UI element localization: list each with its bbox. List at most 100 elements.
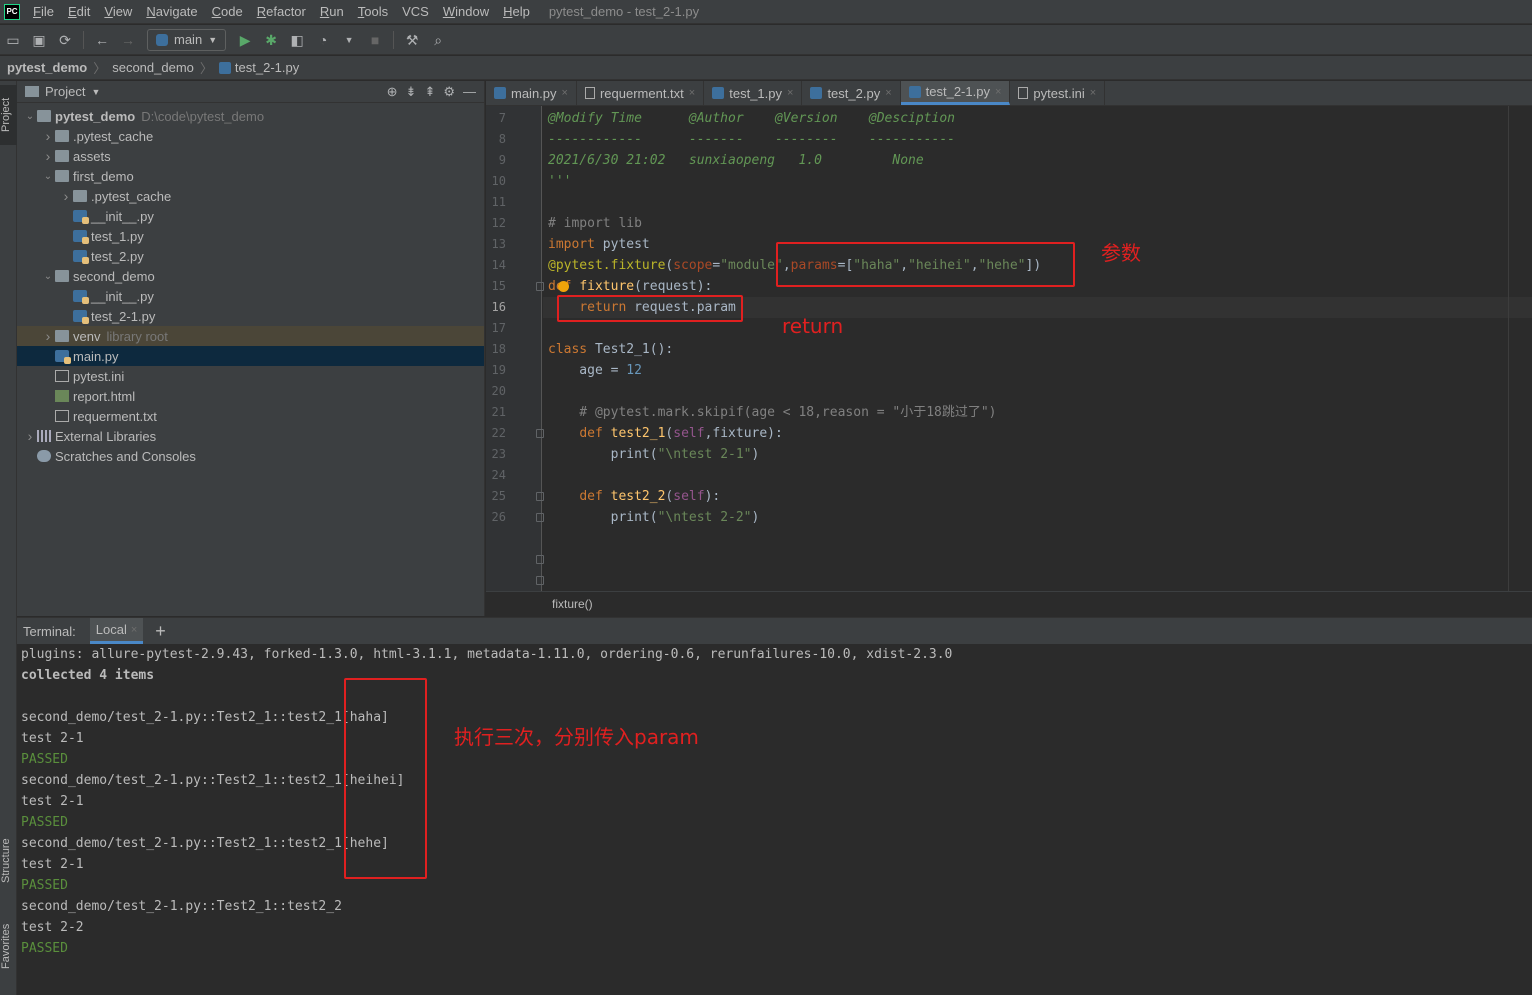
menu-item[interactable]: Run [313, 4, 351, 19]
menu-item[interactable]: File [26, 4, 61, 19]
python-file-icon [73, 250, 89, 264]
project-panel-title[interactable]: Project [45, 84, 85, 99]
menu-item[interactable]: Tools [351, 4, 395, 19]
coverage-icon[interactable]: ◧ [287, 30, 307, 50]
editor-tab[interactable]: test_2.py × [802, 81, 901, 105]
editor-tab[interactable]: main.py × [486, 81, 577, 105]
tree-item[interactable]: requerment.txt [17, 406, 484, 426]
back-icon[interactable]: ← [92, 30, 112, 50]
tree-item[interactable]: test_2-1.py [17, 306, 484, 326]
menu-item[interactable]: Edit [61, 4, 97, 19]
fold-marker-icon[interactable] [536, 513, 544, 522]
close-icon[interactable]: × [787, 87, 793, 99]
close-icon[interactable]: × [885, 87, 891, 99]
favorites-tool-tab[interactable]: Favorites [0, 911, 17, 981]
gear-icon[interactable]: ⚙ [443, 84, 455, 100]
forward-icon[interactable]: → [118, 30, 138, 50]
menu-item[interactable]: Refactor [250, 4, 313, 19]
chevron-down-icon[interactable]: ⌄ [41, 171, 55, 182]
tree-item[interactable]: › assets [17, 146, 484, 166]
stop-icon[interactable]: ■ [365, 30, 385, 50]
tree-item[interactable]: ⌄ pytest_demo D:\code\pytest_demo [17, 106, 484, 126]
chevron-down-icon[interactable]: ▼ [91, 87, 100, 97]
tree-item[interactable]: › venv library root [17, 326, 484, 346]
tree-item[interactable]: Scratches and Consoles [17, 446, 484, 466]
debug-icon[interactable]: ✱ [261, 30, 281, 50]
python-file-icon [494, 87, 506, 99]
editor-breadcrumb[interactable]: fixture() [486, 591, 1532, 616]
fold-marker-icon[interactable] [536, 492, 544, 501]
menu-item[interactable]: Help [496, 4, 537, 19]
run-config-select[interactable]: main ▼ [147, 28, 227, 51]
fold-marker-icon[interactable] [536, 576, 544, 585]
open-folder-icon[interactable]: ▭ [3, 30, 23, 50]
chevron-right-icon[interactable]: › [59, 188, 73, 204]
fold-marker-icon[interactable] [536, 555, 544, 564]
close-icon[interactable]: × [689, 87, 695, 99]
editor-tab[interactable]: requerment.txt × [577, 81, 705, 105]
search-icon[interactable]: ⌕ [428, 30, 448, 50]
collapse-all-icon[interactable]: ⇞ [424, 84, 435, 100]
close-icon[interactable]: × [562, 87, 568, 99]
breadcrumb-project[interactable]: pytest_demo [7, 60, 87, 75]
close-icon[interactable]: × [1090, 87, 1096, 99]
chevron-down-icon[interactable]: ⌄ [23, 111, 37, 122]
fold-marker-icon[interactable] [536, 429, 544, 438]
project-tool-tab[interactable]: Project [0, 85, 17, 145]
menu-item[interactable]: Code [205, 4, 250, 19]
editor-tab[interactable]: pytest.ini × [1010, 81, 1106, 105]
run-icon[interactable]: ▶ [235, 30, 255, 50]
tree-item[interactable]: ⌄ first_demo [17, 166, 484, 186]
line-number: 23 [491, 447, 506, 461]
structure-tool-tab[interactable]: Structure [0, 821, 17, 901]
save-icon[interactable]: ▣ [29, 30, 49, 50]
toolbar-divider [83, 30, 84, 49]
chevron-down-icon[interactable]: ⌄ [41, 271, 55, 282]
fold-marker-icon[interactable] [536, 282, 544, 291]
editor-tab[interactable]: test_1.py × [704, 81, 803, 105]
editor-tab[interactable]: test_2-1.py × [900, 81, 1011, 105]
sync-icon[interactable]: ⟳ [55, 30, 75, 50]
code-editor[interactable]: 7 8 9 10 11 12 13 14 15 16 17 18 19 20 21 22 23 24 25 26 @M… [486, 106, 1532, 591]
close-icon[interactable]: × [131, 624, 137, 636]
tree-item[interactable]: test_2.py [17, 246, 484, 266]
menu-item[interactable]: Navigate [139, 4, 204, 19]
tree-item[interactable]: report.html [17, 386, 484, 406]
breadcrumb-folder[interactable]: second_demo [112, 60, 194, 75]
tree-item[interactable]: ⌄ second_demo [17, 266, 484, 286]
wrench-icon[interactable]: ⚒ [402, 30, 422, 50]
terminal-output[interactable]: plugins: allure-pytest-2.9.43, forked-1.… [17, 644, 1532, 995]
chevron-right-icon[interactable]: › [23, 428, 37, 444]
terminal-line: test 2-1 [21, 857, 84, 872]
close-icon[interactable]: × [995, 86, 1001, 98]
tree-item[interactable]: main.py [17, 346, 484, 366]
code-line: def fixture(request): [548, 276, 712, 297]
new-terminal-icon[interactable]: + [155, 621, 166, 642]
tree-item[interactable]: › .pytest_cache [17, 186, 484, 206]
menu-item[interactable]: Window [436, 4, 496, 19]
tree-item[interactable]: test_1.py [17, 226, 484, 246]
minimize-icon[interactable]: — [463, 84, 476, 99]
terminal-tab-local[interactable]: Local × [89, 618, 144, 644]
code-token: @Modify Time @Author @Version @Desciptio… [548, 111, 955, 126]
chevron-right-icon[interactable]: › [41, 148, 55, 164]
menu-item[interactable]: VCS [395, 4, 436, 19]
tree-item[interactable]: › External Libraries [17, 426, 484, 446]
more-run-chevron-icon[interactable]: ▼ [339, 30, 359, 50]
chevron-right-icon[interactable]: › [41, 328, 55, 344]
chevron-right-icon[interactable]: › [41, 128, 55, 144]
lightbulb-icon[interactable] [558, 281, 569, 292]
tree-item[interactable]: __init__.py [17, 286, 484, 306]
python-file-icon [55, 350, 71, 364]
tree-item[interactable]: __init__.py [17, 206, 484, 226]
terminal-header: Terminal: Local × + [17, 617, 1532, 644]
folder-icon [55, 330, 69, 342]
breadcrumb-file[interactable]: test_2-1.py [235, 60, 299, 75]
tree-item[interactable]: › .pytest_cache [17, 126, 484, 146]
menu-item[interactable]: View [97, 4, 139, 19]
terminal-label: Terminal: [23, 623, 76, 639]
expand-all-icon[interactable]: ⇟ [406, 84, 417, 100]
locate-icon[interactable]: ⊕ [387, 84, 398, 100]
profile-icon[interactable]: ◔ [313, 30, 333, 50]
tree-item[interactable]: pytest.ini [17, 366, 484, 386]
